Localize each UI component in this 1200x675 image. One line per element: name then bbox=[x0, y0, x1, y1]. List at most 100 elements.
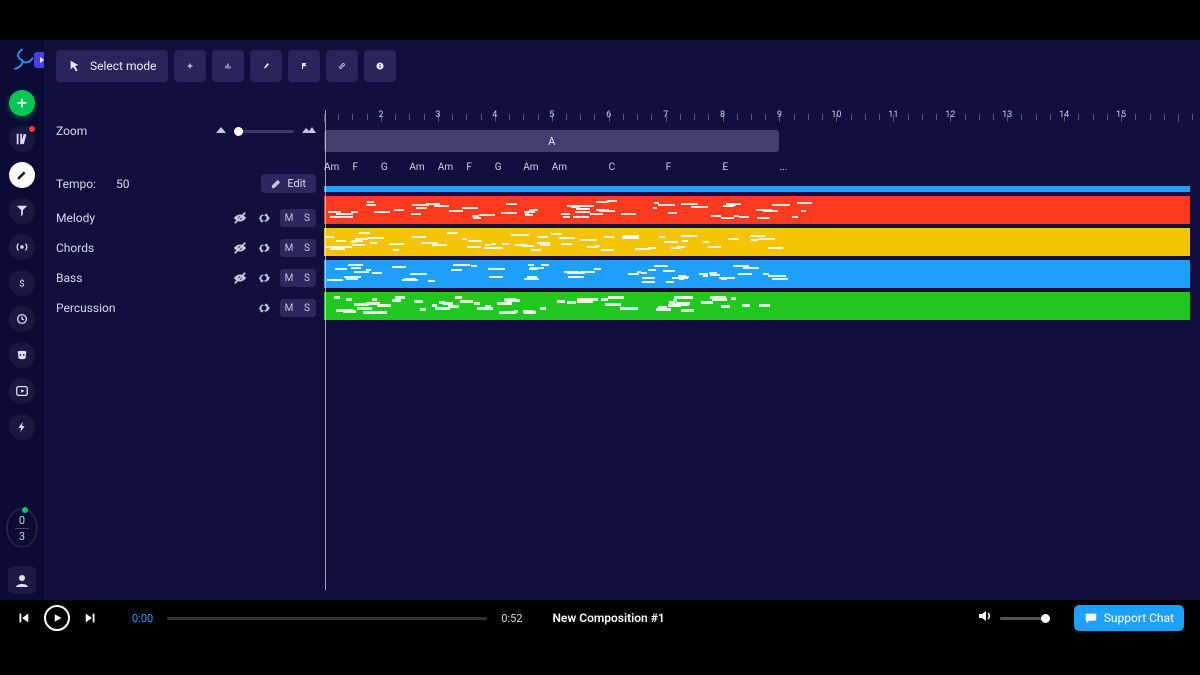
chord-label[interactable]: Am bbox=[552, 162, 567, 173]
composition-title: New Composition #1 bbox=[552, 611, 664, 625]
track-row: ChordsMS bbox=[56, 233, 316, 263]
chord-label[interactable]: Am bbox=[523, 162, 538, 173]
mixer-icon[interactable] bbox=[9, 198, 35, 224]
tempo-edit-button[interactable]: Edit bbox=[261, 174, 316, 193]
history-icon[interactable] bbox=[9, 306, 35, 332]
discord-icon[interactable] bbox=[9, 342, 35, 368]
chord-label[interactable]: G bbox=[495, 162, 502, 173]
gear-icon[interactable] bbox=[256, 300, 272, 316]
ruler-number: 8 bbox=[720, 110, 725, 120]
solo-button[interactable]: S bbox=[298, 239, 316, 257]
support-chat-button[interactable]: Support Chat bbox=[1074, 605, 1184, 631]
visibility-icon[interactable] bbox=[232, 210, 248, 226]
add-button[interactable] bbox=[174, 50, 206, 82]
mute-button[interactable]: M bbox=[280, 239, 298, 257]
track-lane[interactable] bbox=[324, 260, 1190, 288]
mute-button[interactable]: M bbox=[280, 209, 298, 227]
mute-solo-group: MS bbox=[280, 299, 316, 317]
info-button[interactable] bbox=[364, 50, 396, 82]
volume-slider[interactable] bbox=[1000, 617, 1050, 620]
playback-bar: 0:00 0:52 New Composition #1 Support Cha… bbox=[0, 601, 1200, 635]
svg-text:$: $ bbox=[19, 279, 24, 290]
chord-label[interactable]: ... bbox=[779, 162, 787, 173]
gear-icon[interactable] bbox=[256, 210, 272, 226]
track-row: Bass MS bbox=[56, 263, 316, 293]
sidebar: $ 0 3 bbox=[0, 40, 44, 600]
ruler-number: 4 bbox=[492, 110, 497, 120]
track-name: Percussion bbox=[56, 301, 256, 315]
chord-label[interactable]: Am bbox=[409, 162, 424, 173]
editor-icon[interactable] bbox=[9, 162, 35, 188]
chord-label[interactable]: E bbox=[723, 162, 729, 173]
volume-icon[interactable] bbox=[976, 608, 992, 628]
gear-icon[interactable] bbox=[256, 270, 272, 286]
play-button[interactable] bbox=[44, 605, 70, 631]
track-panel: Zoom Tempo: 50 Edit MelodyMSChordsMSBass… bbox=[56, 110, 316, 323]
ruler-number: 3 bbox=[435, 110, 440, 120]
next-track-button[interactable] bbox=[84, 611, 98, 625]
mute-button[interactable]: M bbox=[280, 269, 298, 287]
chord-label[interactable]: F bbox=[466, 162, 472, 173]
track-row: Melody MS bbox=[56, 203, 316, 233]
credits-counter[interactable]: 0 3 bbox=[6, 508, 38, 548]
solo-button[interactable]: S bbox=[298, 299, 316, 317]
link-button[interactable] bbox=[326, 50, 358, 82]
notification-dot-icon bbox=[28, 125, 36, 133]
zoom-slider[interactable] bbox=[234, 130, 294, 133]
playhead[interactable] bbox=[325, 110, 326, 590]
chord-label[interactable]: F bbox=[352, 162, 358, 173]
volume-control bbox=[976, 608, 1050, 628]
boost-icon[interactable] bbox=[9, 414, 35, 440]
stats-button[interactable] bbox=[212, 50, 244, 82]
track-row: Percussion MS bbox=[56, 293, 316, 323]
mute-solo-group: MS bbox=[280, 269, 316, 287]
prev-track-button[interactable] bbox=[16, 611, 30, 625]
ruler[interactable]: 23456789101112131415 bbox=[324, 110, 1190, 126]
brush-button[interactable] bbox=[250, 50, 282, 82]
library-icon[interactable] bbox=[9, 126, 35, 152]
section-a[interactable]: A bbox=[324, 130, 779, 152]
profile-button[interactable] bbox=[8, 566, 36, 594]
time-current: 0:00 bbox=[132, 612, 153, 625]
ruler-number: 2 bbox=[378, 110, 383, 120]
zoom-in-icon[interactable] bbox=[302, 124, 316, 138]
flag-button[interactable] bbox=[288, 50, 320, 82]
edit-label: Edit bbox=[287, 177, 306, 190]
timeline-header-strip bbox=[324, 186, 1190, 192]
ruler-number: 13 bbox=[1002, 110, 1012, 120]
chord-label[interactable]: G bbox=[381, 162, 388, 173]
track-name: Melody bbox=[56, 211, 232, 225]
zoom-label: Zoom bbox=[56, 124, 87, 138]
play-video-icon[interactable] bbox=[9, 378, 35, 404]
zoom-control bbox=[216, 124, 316, 138]
select-mode-button[interactable]: Select mode bbox=[56, 50, 168, 82]
ruler-number: 9 bbox=[777, 110, 782, 120]
chord-label[interactable]: C bbox=[609, 162, 616, 173]
track-lane[interactable] bbox=[324, 292, 1190, 320]
solo-button[interactable]: S bbox=[298, 269, 316, 287]
new-project-button[interactable] bbox=[9, 90, 35, 116]
select-mode-label: Select mode bbox=[90, 59, 156, 73]
tempo-label: Tempo: bbox=[56, 177, 116, 191]
visibility-icon[interactable] bbox=[232, 240, 248, 256]
section-bar: A bbox=[324, 130, 1190, 154]
mute-solo-group: MS bbox=[280, 209, 316, 227]
broadcast-icon[interactable] bbox=[9, 234, 35, 260]
chord-label[interactable]: Am bbox=[324, 162, 339, 173]
track-lane[interactable] bbox=[324, 196, 1190, 224]
visibility-icon[interactable] bbox=[232, 270, 248, 286]
mute-button[interactable]: M bbox=[280, 299, 298, 317]
track-lane[interactable] bbox=[324, 228, 1190, 256]
tempo-row: Tempo: 50 Edit bbox=[56, 174, 316, 193]
chord-label[interactable]: F bbox=[666, 162, 672, 173]
gear-icon[interactable] bbox=[256, 240, 272, 256]
track-name: Bass bbox=[56, 271, 232, 285]
chord-label[interactable]: Am bbox=[438, 162, 453, 173]
solo-button[interactable]: S bbox=[298, 209, 316, 227]
billing-icon[interactable]: $ bbox=[9, 270, 35, 296]
support-label: Support Chat bbox=[1104, 611, 1174, 625]
credits-bottom: 3 bbox=[19, 530, 25, 543]
seek-bar[interactable] bbox=[167, 617, 487, 620]
zoom-out-icon[interactable] bbox=[216, 124, 226, 138]
ruler-number: 5 bbox=[549, 110, 554, 120]
